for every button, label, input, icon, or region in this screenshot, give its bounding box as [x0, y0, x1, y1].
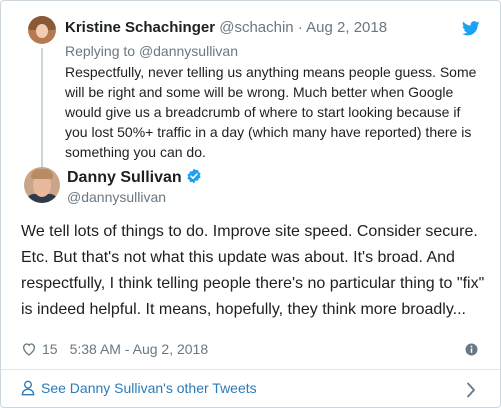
replying-to-handle-link[interactable]: @dannysullivan: [139, 43, 238, 59]
main-author-name-row[interactable]: Danny Sullivan: [67, 168, 202, 187]
person-icon: [21, 380, 35, 396]
replying-to-line: Replying to @dannysullivan: [65, 43, 238, 59]
tweet-embed-card: Kristine Schachinger @schachin · Aug 2, …: [0, 0, 501, 408]
footer-divider: [1, 369, 500, 370]
parent-author-handle[interactable]: @schachin: [219, 19, 293, 36]
parent-author-name[interactable]: Kristine Schachinger: [65, 19, 215, 36]
chevron-right-icon[interactable]: [466, 382, 476, 398]
thread-connector-line: [41, 48, 43, 168]
main-tweet-text: We tell lots of things to do. Improve si…: [21, 223, 485, 318]
main-author-avatar[interactable]: [24, 167, 60, 203]
parent-tweet-header: Kristine Schachinger @schachin · Aug 2, …: [65, 19, 387, 36]
main-author-name[interactable]: Danny Sullivan: [67, 169, 182, 186]
parent-tweet-date[interactable]: Aug 2, 2018: [306, 19, 387, 36]
info-icon[interactable]: [465, 343, 478, 356]
twitter-bird-icon[interactable]: [462, 21, 480, 36]
replying-to-prefix: Replying to: [65, 43, 136, 59]
other-tweets-link[interactable]: See Danny Sullivan's other Tweets: [21, 380, 257, 396]
parent-tweet-text: Respectfully, never telling us anything …: [65, 64, 477, 160]
header-separator: ·: [297, 19, 303, 36]
parent-author-avatar[interactable]: [28, 16, 56, 44]
tweet-timestamp[interactable]: 5:38 AM - Aug 2, 2018: [70, 341, 209, 357]
tweet-meta-row: 15 5:38 AM - Aug 2, 2018: [21, 341, 208, 357]
main-author-handle[interactable]: @dannysullivan: [67, 189, 166, 205]
other-tweets-link-label[interactable]: See Danny Sullivan's other Tweets: [41, 380, 257, 396]
like-count[interactable]: 15: [42, 341, 58, 357]
heart-icon[interactable]: [21, 341, 37, 357]
verified-badge-icon: [187, 168, 201, 184]
